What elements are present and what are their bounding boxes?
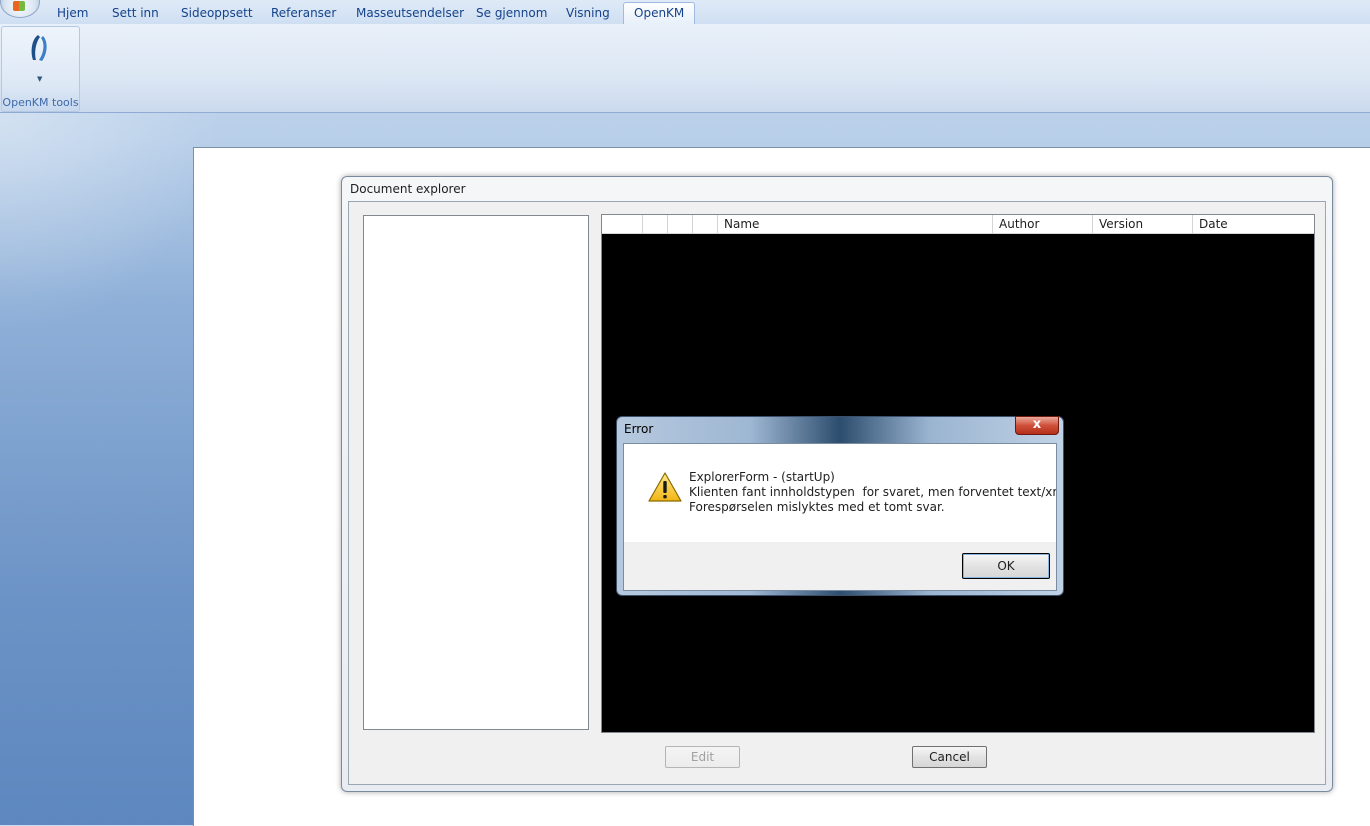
ok-button[interactable]: OK [962, 553, 1050, 579]
column-header-version[interactable]: Version [1092, 215, 1192, 233]
tab-openkm[interactable]: OpenKM [623, 2, 696, 25]
edit-button[interactable]: Edit [665, 746, 740, 768]
openkm-logo-icon [31, 35, 47, 61]
column-header-name[interactable]: Name [717, 215, 992, 233]
tab-hjem[interactable]: Hjem [47, 4, 98, 24]
error-message-line: ExplorerForm - (startUp) [689, 470, 835, 484]
warning-icon [648, 472, 682, 502]
tab-sett-inn[interactable]: Sett inn [102, 4, 169, 24]
tab-se-gjennom[interactable]: Se gjennom [466, 4, 557, 24]
list-header: Name Author Version Date [602, 215, 1314, 234]
column-header-blank[interactable] [602, 215, 642, 233]
error-message-line: Klienten fant innholdstypen for svaret, … [689, 485, 1057, 499]
cancel-button[interactable]: Cancel [912, 746, 987, 768]
folder-tree[interactable] [363, 215, 589, 730]
error-message-line: Forespørselen mislyktes med et tomt svar… [689, 500, 945, 514]
openkm-menu-button[interactable]: ▼ [11, 29, 69, 91]
ribbon-tab-bar: Hjem Sett inn Sideoppsett Referanser Mas… [0, 0, 1370, 25]
dialog-title: Error [624, 422, 654, 436]
column-header-blank[interactable] [642, 215, 667, 233]
column-header-author[interactable]: Author [992, 215, 1092, 233]
message-area: ExplorerForm - (startUp) Klienten fant i… [624, 444, 1056, 542]
column-header-date[interactable]: Date [1192, 215, 1314, 233]
column-header-blank[interactable] [692, 215, 717, 233]
window-title: Document explorer [350, 182, 466, 196]
tab-sideoppsett[interactable]: Sideoppsett [171, 4, 263, 24]
dialog-body: ExplorerForm - (startUp) Klienten fant i… [623, 443, 1057, 591]
openkm-tools-group: ▼ OpenKM tools [1, 26, 80, 112]
error-message: ExplorerForm - (startUp) Klienten fant i… [689, 470, 1057, 515]
office-logo-icon [13, 1, 25, 11]
error-dialog: Error x ExplorerForm - (startUp) Kliente… [616, 416, 1064, 596]
tab-visning[interactable]: Visning [556, 4, 620, 24]
close-icon: x [1032, 417, 1042, 432]
close-button[interactable]: x [1015, 416, 1059, 435]
office-button[interactable] [0, 0, 40, 18]
tab-masseutsendelser[interactable]: Masseutsendelser [346, 4, 474, 24]
ribbon-panel: ▼ OpenKM tools [0, 24, 1370, 113]
column-header-blank[interactable] [667, 215, 692, 233]
chevron-down-icon: ▼ [37, 75, 43, 83]
tab-referanser[interactable]: Referanser [261, 4, 346, 24]
group-label: OpenKM tools [2, 96, 79, 109]
